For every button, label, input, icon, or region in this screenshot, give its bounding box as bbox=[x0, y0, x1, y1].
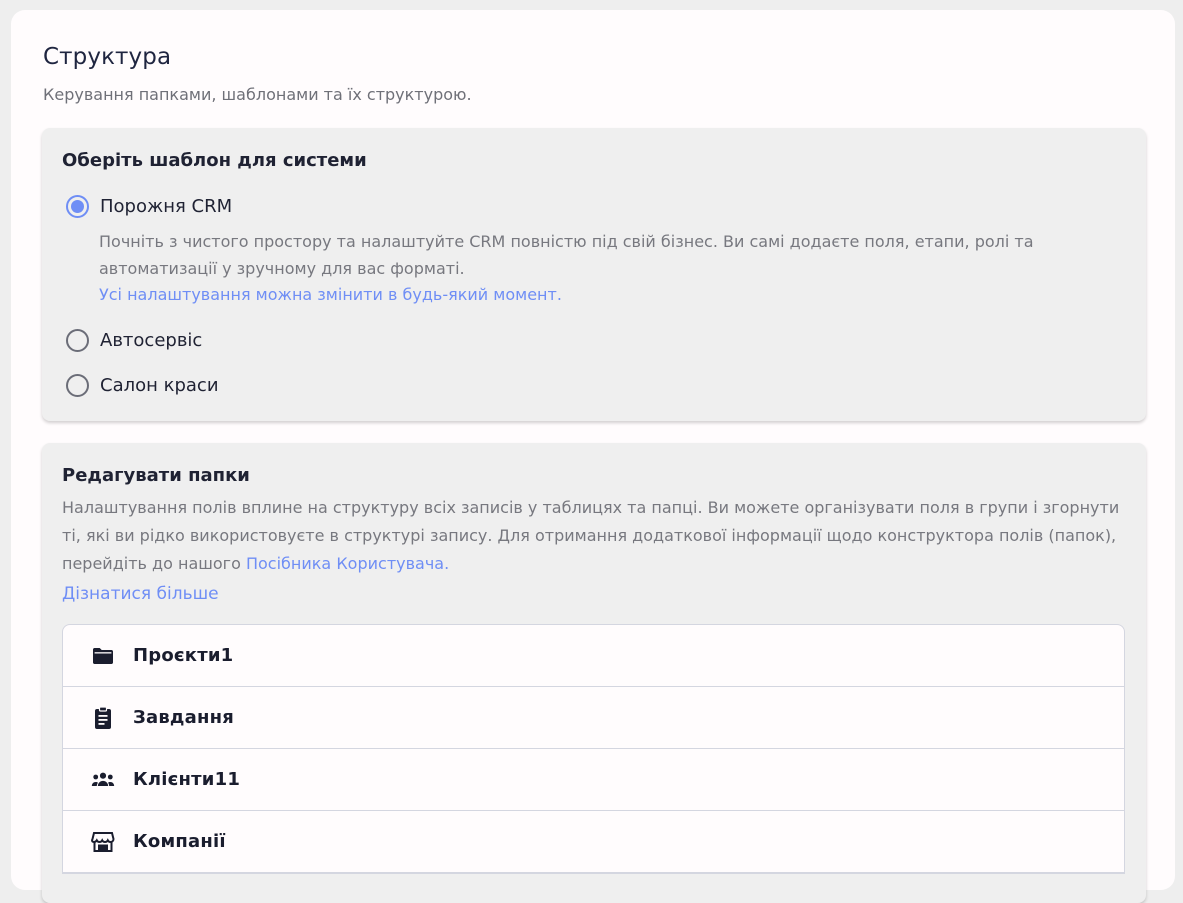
template-option-description: Почніть з чистого простору та налаштуйте… bbox=[99, 232, 1034, 278]
folders-heading: Редагувати папки bbox=[62, 465, 250, 486]
folders-description-text: Налаштування полів вплине на структуру в… bbox=[62, 498, 1120, 573]
folder-item-tasks[interactable]: Завдання bbox=[63, 687, 1124, 749]
store-icon bbox=[91, 830, 115, 854]
template-option-label: Салон краси bbox=[100, 375, 219, 396]
template-option-label: Порожня CRM bbox=[100, 196, 233, 217]
folder-item-label: Завдання bbox=[133, 707, 235, 728]
template-option-note: Усі налаштування можна змінити в будь-як… bbox=[99, 285, 562, 304]
radio-button-checked[interactable] bbox=[66, 195, 89, 218]
template-heading: Оберіть шаблон для системи bbox=[62, 150, 367, 171]
radio-button[interactable] bbox=[66, 374, 89, 397]
learn-more-link[interactable]: Дізнатися більше bbox=[62, 584, 219, 604]
folder-item-label: Клієнти11 bbox=[133, 769, 241, 790]
template-option-empty-crm[interactable]: Порожня CRM bbox=[66, 195, 232, 218]
folder-list: Проєкти1 Завдання Клієнти11 Компанії bbox=[62, 624, 1125, 874]
folder-item-companies[interactable]: Компанії bbox=[63, 811, 1124, 873]
page-subtitle: Керування папками, шаблонами та їх струк… bbox=[43, 85, 472, 104]
template-option-label: Автосервіс bbox=[100, 330, 203, 351]
radio-button[interactable] bbox=[66, 329, 89, 352]
user-guide-link[interactable]: Посібника Користувача bbox=[246, 554, 444, 573]
folder-item-projects[interactable]: Проєкти1 bbox=[63, 625, 1124, 687]
clipboard-icon bbox=[91, 705, 115, 730]
folder-item-label: Проєкти1 bbox=[133, 645, 234, 666]
folder-item-clients[interactable]: Клієнти11 bbox=[63, 749, 1124, 811]
structure-page: Структура Керування папками, шаблонами т… bbox=[11, 10, 1175, 903]
template-panel: Оберіть шаблон для системи Порожня CRM П… bbox=[42, 128, 1146, 421]
folders-description: Налаштування полів вплине на структуру в… bbox=[62, 494, 1132, 578]
template-option-autoservice[interactable]: Автосервіс bbox=[66, 329, 202, 352]
user-guide-link-suffix: . bbox=[444, 554, 450, 573]
folder-icon bbox=[91, 644, 115, 668]
template-option-beauty-salon[interactable]: Салон краси bbox=[66, 374, 219, 397]
folders-panel: Редагувати папки Налаштування полів впли… bbox=[42, 443, 1146, 903]
folder-item-label: Компанії bbox=[133, 831, 226, 852]
users-icon bbox=[91, 768, 115, 792]
page-title: Структура bbox=[43, 44, 172, 70]
